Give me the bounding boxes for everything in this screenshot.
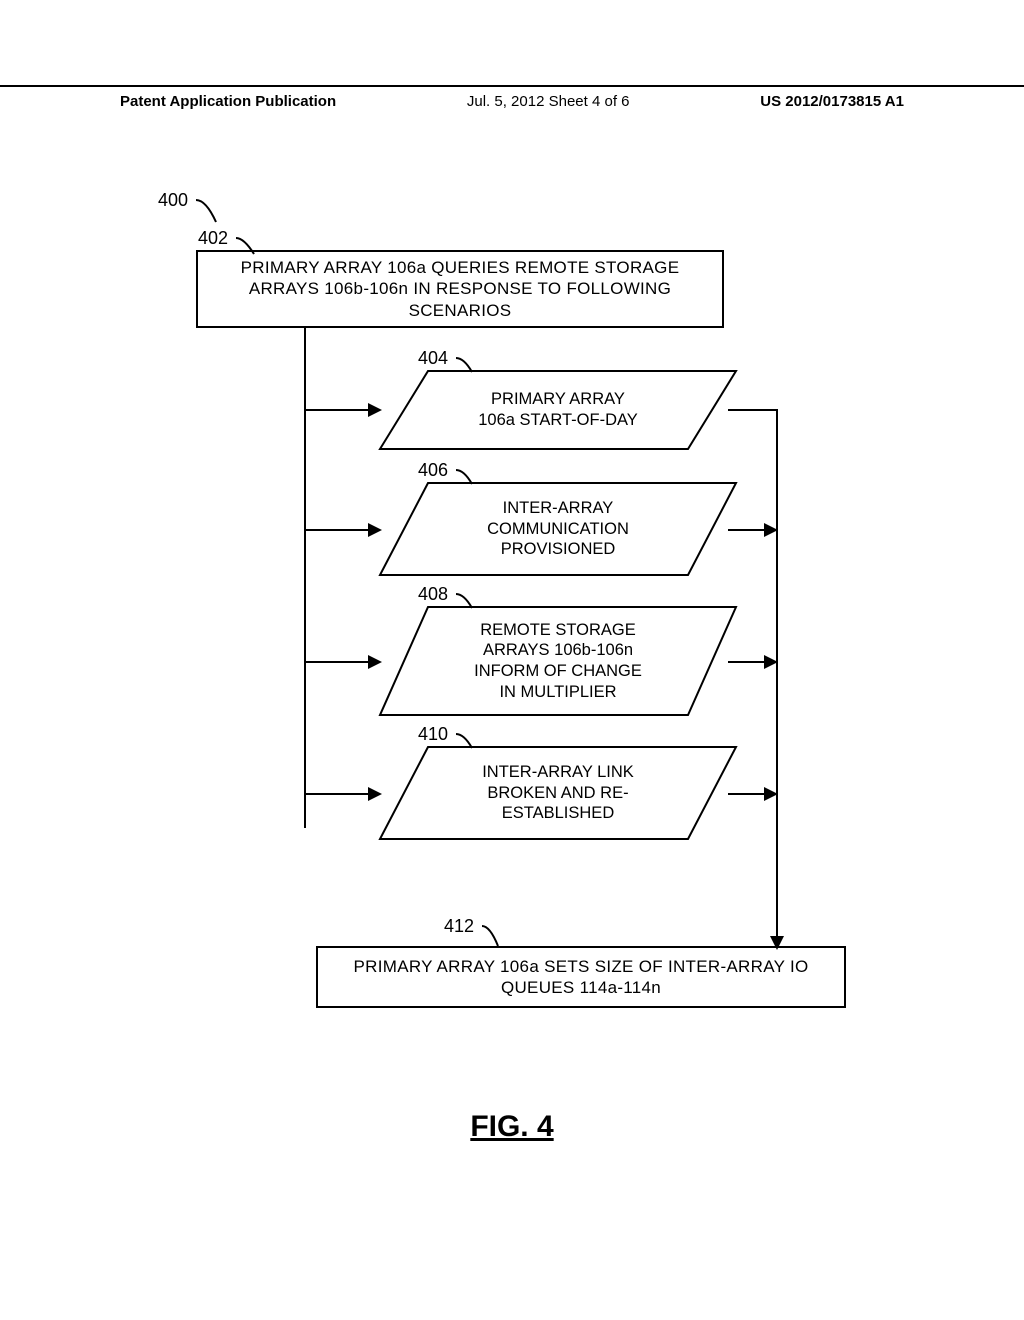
- io-box-410: INTER-ARRAY LINK BROKEN AND RE- ESTABLIS…: [378, 746, 738, 840]
- io-box-404-text: PRIMARY ARRAY 106a START-OF-DAY: [478, 389, 638, 430]
- header-date-sheet: Jul. 5, 2012 Sheet 4 of 6: [467, 93, 630, 110]
- reference-numeral-400: 400: [158, 190, 188, 211]
- process-box-402: PRIMARY ARRAY 106a QUERIES REMOTE STORAG…: [196, 250, 724, 328]
- reference-numeral-408: 408: [418, 584, 448, 605]
- header-publication-number: US 2012/0173815 A1: [760, 93, 904, 110]
- io-box-408-text: REMOTE STORAGE ARRAYS 106b-106n INFORM O…: [474, 620, 642, 703]
- process-box-402-text: PRIMARY ARRAY 106a QUERIES REMOTE STORAG…: [212, 257, 708, 321]
- io-box-408: REMOTE STORAGE ARRAYS 106b-106n INFORM O…: [378, 606, 738, 716]
- io-box-404: PRIMARY ARRAY 106a START-OF-DAY: [378, 370, 738, 450]
- header-publication-type: Patent Application Publication: [120, 93, 336, 110]
- leader-line-icon: [194, 198, 220, 226]
- figure-caption: FIG. 4: [0, 1110, 1024, 1144]
- process-box-412: PRIMARY ARRAY 106a SETS SIZE OF INTER-AR…: [316, 946, 846, 1008]
- flowchart-diagram: 400 402 PRIMARY ARRAY 106a QUERIES REMOT…: [140, 190, 880, 1120]
- reference-numeral-412: 412: [444, 916, 474, 937]
- io-box-406: INTER-ARRAY COMMUNICATION PROVISIONED: [378, 482, 738, 576]
- page-header: Patent Application Publication Jul. 5, 2…: [0, 85, 1024, 110]
- reference-numeral-406: 406: [418, 460, 448, 481]
- io-box-410-text: INTER-ARRAY LINK BROKEN AND RE- ESTABLIS…: [482, 762, 634, 824]
- reference-numeral-410: 410: [418, 724, 448, 745]
- reference-numeral-404: 404: [418, 348, 448, 369]
- io-box-406-text: INTER-ARRAY COMMUNICATION PROVISIONED: [487, 498, 629, 560]
- process-box-412-text: PRIMARY ARRAY 106a SETS SIZE OF INTER-AR…: [332, 956, 830, 999]
- reference-numeral-402: 402: [198, 228, 228, 249]
